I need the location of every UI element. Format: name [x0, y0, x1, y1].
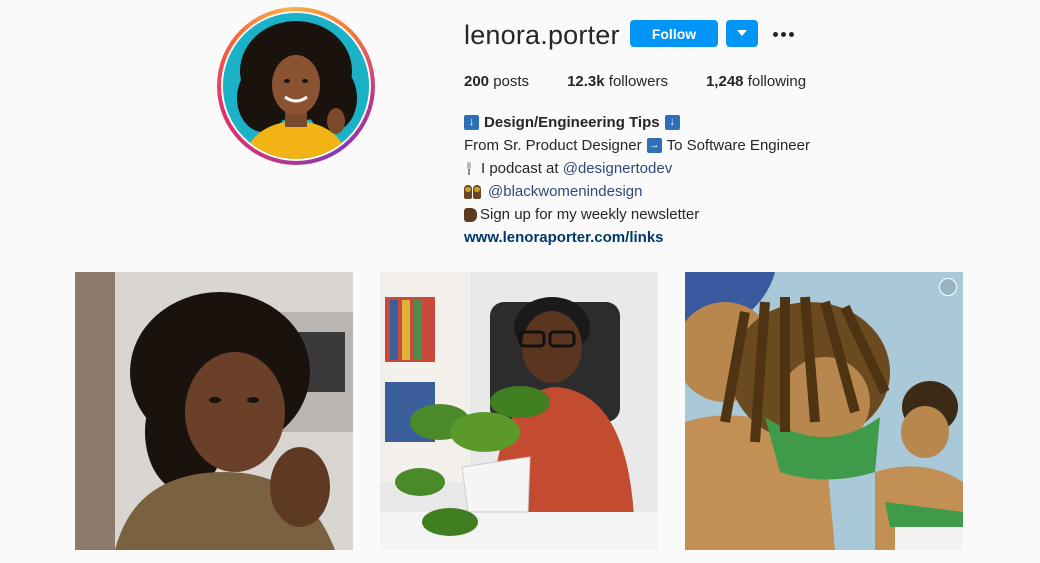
more-options-icon	[788, 31, 794, 37]
more-options-icon	[772, 31, 778, 37]
post-image	[685, 272, 963, 550]
more-options-icon	[780, 31, 786, 37]
bio-line: I podcast at @designertodev	[464, 157, 810, 180]
post-thumbnail[interactable]	[380, 272, 658, 550]
women-icon	[464, 184, 481, 199]
bio-text: Sign up for my weekly newsletter	[480, 206, 700, 223]
bio-text: I podcast at	[481, 160, 559, 177]
bio-line: Sign up for my weekly newsletter	[464, 203, 810, 226]
profile-avatar-ring[interactable]	[217, 7, 375, 165]
profile-name: Design/Engineering Tips	[484, 114, 660, 131]
followers-link[interactable]: 12.3k followers	[567, 73, 668, 90]
bio-text: From Sr. Product Designer	[464, 137, 642, 154]
bio-line: @blackwomenindesign	[464, 180, 810, 203]
posts-count: 200 posts	[464, 73, 530, 90]
post-image	[75, 272, 353, 550]
mention-blackwomenindesign[interactable]: @blackwomenindesign	[488, 180, 642, 203]
pointing-down-icon	[464, 207, 477, 222]
avatar[interactable]	[223, 13, 369, 159]
website-link[interactable]: www.lenoraporter.com/links	[464, 226, 664, 249]
bio-text: To Software Engineer	[666, 137, 810, 154]
bio-line: www.lenoraporter.com/links	[464, 226, 810, 249]
right-arrow-icon: →	[646, 138, 662, 153]
username: lenora.porter	[464, 20, 620, 50]
post-thumbnail[interactable]	[75, 272, 353, 550]
chevron-down-icon	[737, 30, 747, 36]
follow-button[interactable]: Follow	[630, 20, 718, 47]
profile-bio: ↓ Design/Engineering Tips ↓ From Sr. Pro…	[464, 111, 810, 249]
suggested-accounts-button[interactable]	[726, 20, 758, 47]
bio-name-line: ↓ Design/Engineering Tips ↓	[464, 111, 810, 134]
avatar-image	[223, 13, 369, 159]
following-link[interactable]: 1,248 following	[706, 73, 806, 90]
more-options-button[interactable]	[770, 22, 796, 46]
down-arrow-icon: ↓	[664, 115, 680, 130]
carousel-icon	[939, 278, 957, 296]
post-thumbnail[interactable]	[685, 272, 963, 550]
profile-stats: 200 posts 12.3k followers 1,248 followin…	[464, 73, 806, 90]
down-arrow-icon: ↓	[464, 115, 479, 130]
mention-designertodev[interactable]: @designertodev	[563, 157, 672, 180]
microphone-icon	[464, 162, 474, 175]
bio-line: From Sr. Product Designer → To Software …	[464, 134, 810, 157]
post-image	[380, 272, 658, 550]
